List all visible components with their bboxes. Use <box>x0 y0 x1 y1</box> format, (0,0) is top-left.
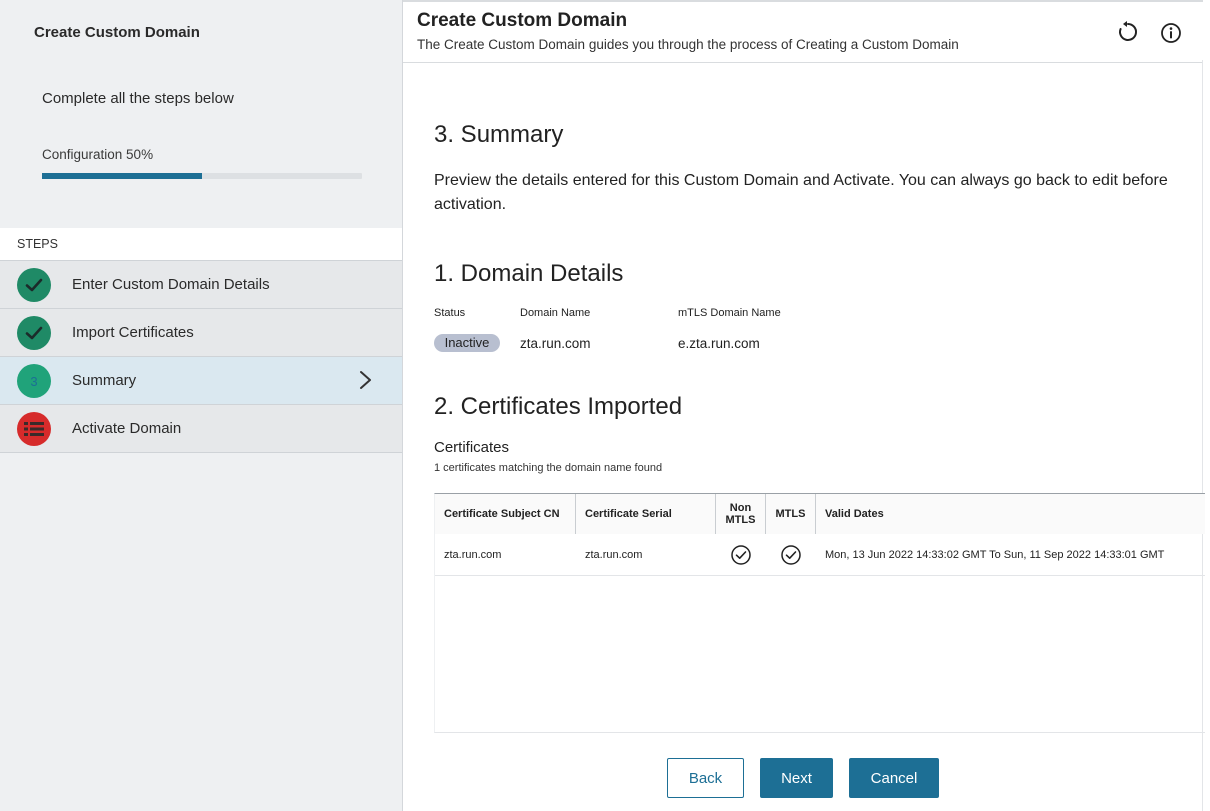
certificates-count: 1 certificates matching the domain name … <box>434 462 663 474</box>
domain-name-value: zta.run.com <box>520 336 591 351</box>
column-header-non-mtls-label: Non MTLS <box>725 502 756 526</box>
page-title: Create Custom Domain <box>417 10 628 31</box>
back-button[interactable]: Back <box>667 758 744 798</box>
wizard-sidebar: Create Custom Domain Complete all the st… <box>0 0 403 811</box>
domain-details-heading: 1. Domain Details <box>434 260 624 287</box>
step-enter-domain-details[interactable]: Enter Custom Domain Details <box>0 260 402 308</box>
next-button[interactable]: Next <box>760 758 833 798</box>
certificates-heading: 2. Certificates Imported <box>434 393 683 420</box>
progress-bar-fill <box>42 173 202 179</box>
summary-heading: 3. Summary <box>434 121 564 148</box>
status-badge: Inactive <box>434 334 500 352</box>
step-label: Summary <box>72 372 137 389</box>
column-header-valid-dates[interactable]: Valid Dates <box>816 494 1205 534</box>
refresh-icon[interactable] <box>1116 20 1140 44</box>
cell-serial: zta.run.com <box>576 534 716 576</box>
check-icon <box>17 316 51 350</box>
steps-header: STEPS <box>0 228 402 260</box>
sidebar-subtitle: Complete all the steps below <box>42 90 234 107</box>
status-label: Status <box>434 307 466 319</box>
column-header-non-mtls[interactable]: Non MTLS <box>716 494 766 534</box>
progress-label: Configuration 50% <box>42 147 154 162</box>
step-label: Enter Custom Domain Details <box>72 276 270 293</box>
list-icon <box>17 412 51 446</box>
wizard-main: Create Custom Domain The Create Custom D… <box>403 0 1210 811</box>
chevron-right-icon <box>356 369 376 396</box>
certificates-label: Certificates <box>434 439 510 456</box>
cancel-button[interactable]: Cancel <box>849 758 939 798</box>
cell-valid-dates: Mon, 13 Jun 2022 14:33:02 GMT To Sun, 11… <box>816 534 1205 576</box>
summary-description: Preview the details entered for this Cus… <box>434 172 1168 213</box>
check-icon <box>17 268 51 302</box>
step-import-certificates[interactable]: Import Certificates <box>0 308 402 356</box>
page-header: Create Custom Domain The Create Custom D… <box>403 0 1203 63</box>
column-header-mtls[interactable]: MTLS <box>766 494 816 534</box>
progress-bar <box>42 173 362 179</box>
page-subtitle: The Create Custom Domain guides you thro… <box>417 37 959 52</box>
certificates-table: Certificate Subject CN Certificate Seria… <box>434 493 1205 733</box>
cell-subject-cn: zta.run.com <box>435 534 576 576</box>
step-label: Activate Domain <box>72 420 182 437</box>
check-circle-icon <box>716 534 766 576</box>
column-header-serial[interactable]: Certificate Serial <box>576 494 716 534</box>
check-circle-icon <box>766 534 816 576</box>
step-number: 3 <box>17 364 51 398</box>
domain-name-label: Domain Name <box>520 307 591 319</box>
step-summary[interactable]: 3 Summary <box>0 356 402 404</box>
mtls-domain-name-value: e.zta.run.com <box>678 336 760 351</box>
mtls-domain-name-label: mTLS Domain Name <box>678 307 781 319</box>
step-label: Import Certificates <box>72 324 194 341</box>
column-header-subject-cn[interactable]: Certificate Subject CN <box>435 494 576 534</box>
steps-header-label: STEPS <box>17 237 58 251</box>
step-activate-domain[interactable]: Activate Domain <box>0 404 402 453</box>
info-icon[interactable] <box>1159 21 1183 45</box>
sidebar-title: Create Custom Domain <box>34 24 200 41</box>
